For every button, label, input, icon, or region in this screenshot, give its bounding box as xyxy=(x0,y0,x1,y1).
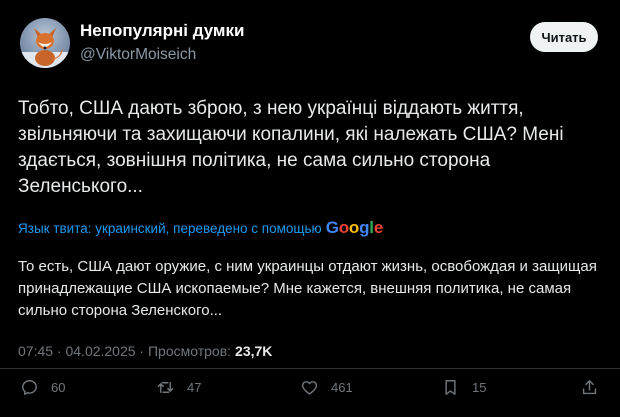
bookmark-button[interactable]: 15 xyxy=(441,378,486,397)
views-count: 23,7K xyxy=(235,343,273,359)
share-button[interactable] xyxy=(580,378,611,397)
heart-icon xyxy=(301,381,318,395)
bookmark-icon xyxy=(445,380,456,395)
tweet-header: Непопулярні думки @ViktorMoiseich Читать xyxy=(18,14,602,70)
translation-note-text: Язык твита: украинский, переведено с пом… xyxy=(18,220,322,236)
reply-icon xyxy=(22,380,37,395)
google-logo: Google xyxy=(325,218,384,237)
fox-avatar-icon xyxy=(20,28,70,68)
like-count: 461 xyxy=(331,380,353,395)
reply-button[interactable]: 60 xyxy=(20,378,65,397)
display-name[interactable]: Непопулярні думки xyxy=(80,20,244,42)
avatar[interactable] xyxy=(20,18,70,68)
repost-button[interactable]: 47 xyxy=(156,378,201,397)
reply-count: 60 xyxy=(51,380,66,395)
repost-count: 47 xyxy=(187,380,202,395)
action-bar: 60 47 461 15 xyxy=(0,374,620,404)
translation-note[interactable]: Язык твита: украинский, переведено с пом… xyxy=(18,217,383,239)
user-handle[interactable]: @ViktorMoiseich xyxy=(80,44,244,66)
tweet-text: Тобто, США дають зброю, з нею українці в… xyxy=(18,98,564,197)
like-button[interactable]: 461 xyxy=(300,378,353,397)
author-names: Непопулярні думки @ViktorMoiseich xyxy=(80,20,244,66)
bookmark-count: 15 xyxy=(472,380,487,395)
tweet-meta: 07:45 · 04.02.2025 · Просмотров: 23,7K xyxy=(18,343,272,359)
timestamp[interactable]: 07:45 · 04.02.2025 · Просмотров: xyxy=(18,343,231,359)
translated-text: То есть, США дают оружие, с ним украинцы… xyxy=(18,258,597,319)
repost-icon xyxy=(157,382,174,393)
share-icon xyxy=(582,380,597,395)
divider xyxy=(0,368,620,369)
follow-button[interactable]: Читать xyxy=(530,22,598,52)
